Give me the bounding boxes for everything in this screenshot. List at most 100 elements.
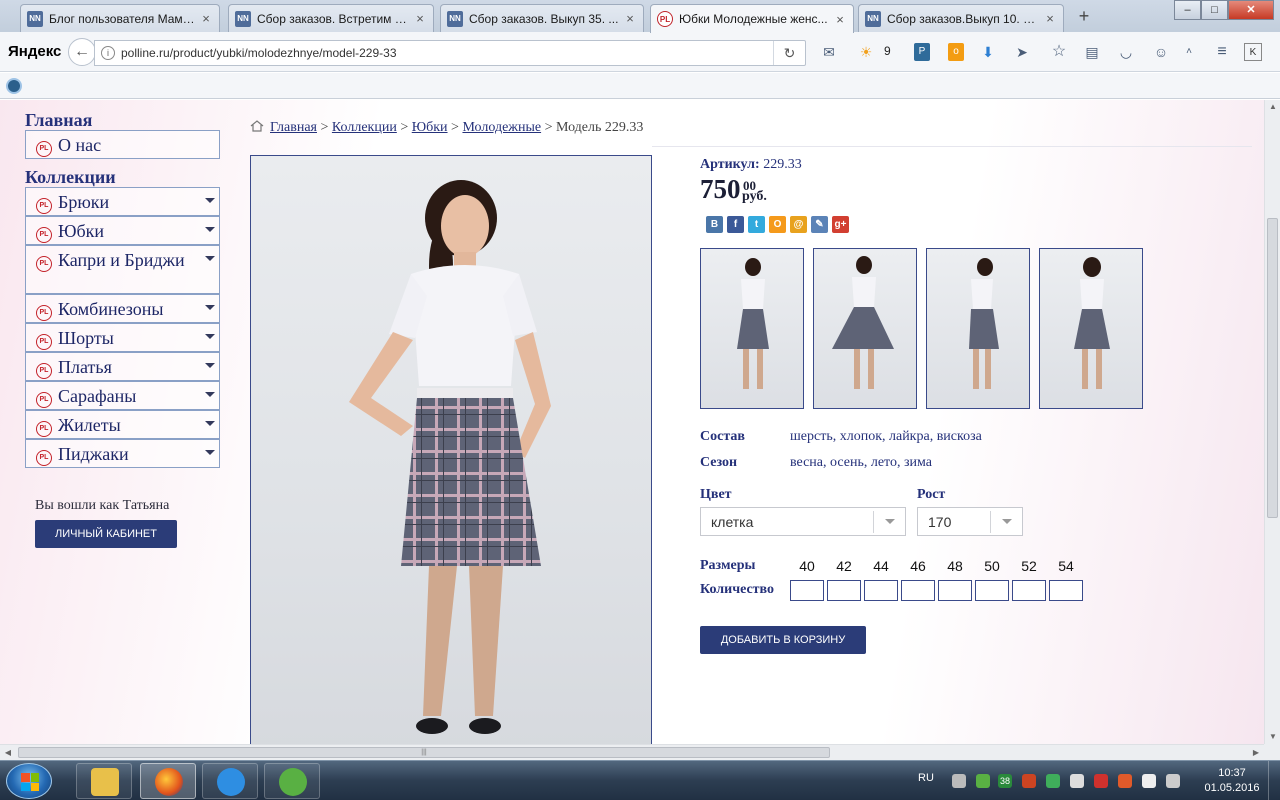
tab-active-skirts[interactable]: PL Юбки Молодежные женс... ×	[650, 4, 854, 33]
tray-flash-icon[interactable]	[1118, 774, 1132, 788]
odnoklassniki-ext-icon[interactable]: o	[948, 43, 964, 61]
maximize-icon[interactable]: □	[1201, 0, 1228, 20]
reload-icon[interactable]: ↻	[773, 41, 805, 65]
quantity-input-52[interactable]	[1012, 580, 1046, 601]
quantity-input-54[interactable]	[1049, 580, 1083, 601]
thumbnail-front[interactable]	[700, 248, 804, 409]
sidebar-item-trousers[interactable]: PL Брюки	[25, 187, 220, 216]
height-select[interactable]: 170	[917, 507, 1023, 536]
quantity-input-42[interactable]	[827, 580, 861, 601]
tab-1[interactable]: NN Блог пользователя Мама ... ×	[20, 4, 220, 32]
utorrent-tray-icon[interactable]	[976, 774, 990, 788]
taskbar-ie[interactable]	[202, 763, 258, 799]
tab-2[interactable]: NN Сбор заказов. Встретим в... ×	[228, 4, 434, 32]
tray-update-icon[interactable]	[1046, 774, 1060, 788]
breadcrumb-youth[interactable]: Молодежные	[462, 120, 541, 135]
breadcrumb-skirts[interactable]: Юбки	[412, 120, 448, 135]
bookmark-site-icon[interactable]	[6, 78, 22, 94]
quantity-input-46[interactable]	[901, 580, 935, 601]
quantity-input-40[interactable]	[790, 580, 824, 601]
thumbnail-side[interactable]	[926, 248, 1030, 409]
yandex-logo[interactable]: Яндекс	[8, 43, 61, 60]
language-indicator[interactable]: RU	[918, 772, 934, 784]
sidebar-item-shorts[interactable]: PL Шорты	[25, 323, 220, 352]
sidebar-heading-collections[interactable]: Коллекции	[25, 167, 116, 188]
thumbnail-twirl[interactable]	[813, 248, 917, 409]
quantity-input-50[interactable]	[975, 580, 1009, 601]
scroll-up-icon[interactable]: ▲	[1265, 100, 1280, 114]
profile-icon[interactable]: K	[1244, 43, 1262, 61]
vertical-scrollbar[interactable]: ▲ ▼	[1264, 100, 1280, 744]
chevron-up-icon[interactable]: ˄	[1182, 43, 1196, 61]
reading-list-icon[interactable]: ▤	[1084, 43, 1100, 61]
download-icon[interactable]: ⬇	[980, 43, 996, 61]
livejournal-share-icon[interactable]: ✎	[811, 216, 828, 233]
home-icon[interactable]	[250, 120, 264, 132]
chevron-down-icon[interactable]	[205, 256, 215, 261]
close-tab-icon[interactable]: ×	[1043, 11, 1057, 26]
color-select[interactable]: клетка	[700, 507, 906, 536]
chevron-down-icon[interactable]	[205, 334, 215, 339]
new-tab-button[interactable]: +	[1074, 6, 1094, 26]
chevron-down-icon[interactable]	[205, 450, 215, 455]
sidebar-item-about[interactable]: PL О нас	[25, 130, 220, 159]
taskbar-utorrent[interactable]	[264, 763, 320, 799]
quantity-input-48[interactable]	[938, 580, 972, 601]
tray-counter-badge[interactable]: 38	[998, 774, 1012, 788]
mail-icon[interactable]: ✉	[820, 43, 838, 61]
sidebar-item-sundresses[interactable]: PL Сарафаны	[25, 381, 220, 410]
breadcrumb-collections[interactable]: Коллекции	[332, 120, 397, 135]
main-product-photo[interactable]	[250, 155, 652, 744]
google-plus-share-icon[interactable]: g+	[832, 216, 849, 233]
close-tab-icon[interactable]: ×	[833, 12, 847, 27]
chevron-down-icon[interactable]	[205, 392, 215, 397]
facebook-share-icon[interactable]: f	[727, 216, 744, 233]
smiley-icon[interactable]: ☺	[1152, 43, 1170, 61]
address-bar[interactable]: i ↻	[94, 40, 806, 66]
chevron-down-icon[interactable]	[205, 305, 215, 310]
show-desktop-button[interactable]	[1268, 761, 1280, 800]
twitter-share-icon[interactable]: t	[748, 216, 765, 233]
close-tab-icon[interactable]: ×	[623, 11, 637, 26]
url-input[interactable]	[121, 44, 761, 62]
sidebar-item-jackets[interactable]: PL Пиджаки	[25, 439, 220, 468]
mailru-share-icon[interactable]: @	[790, 216, 807, 233]
start-button[interactable]	[6, 763, 52, 799]
horizontal-scrollbar[interactable]: ◀ ||| ▶	[0, 744, 1264, 760]
taskbar-firefox[interactable]	[140, 763, 196, 799]
tray-network-icon[interactable]	[1022, 774, 1036, 788]
menu-icon[interactable]: ≡	[1212, 43, 1232, 61]
chevron-down-icon[interactable]	[205, 363, 215, 368]
minimize-icon[interactable]: –	[1174, 0, 1201, 20]
close-window-icon[interactable]: ✕	[1228, 0, 1274, 20]
scroll-left-icon[interactable]: ◀	[0, 745, 16, 761]
back-button[interactable]: ←	[68, 38, 96, 66]
close-tab-icon[interactable]: ×	[199, 11, 213, 26]
send-icon[interactable]: ➤	[1014, 43, 1030, 61]
volume-icon[interactable]	[1070, 774, 1084, 788]
weather-temperature[interactable]: 9	[884, 44, 891, 58]
system-clock[interactable]: 10:37 01.05.2016	[1200, 766, 1264, 796]
star-bookmark-icon[interactable]: ☆	[1050, 43, 1068, 61]
bookmark-ext-icon[interactable]: P	[914, 43, 930, 61]
weather-icon[interactable]: ☀	[852, 43, 880, 61]
pocket-icon[interactable]: ◡	[1118, 43, 1134, 61]
chevron-down-icon[interactable]	[205, 227, 215, 232]
chevron-down-icon[interactable]	[205, 198, 215, 203]
sidebar-item-dresses[interactable]: PL Платья	[25, 352, 220, 381]
scrollbar-thumb[interactable]	[1267, 218, 1278, 518]
tab-3[interactable]: NN Сбор заказов. Выкуп 35. ... ×	[440, 4, 644, 32]
tray-app-icon[interactable]	[952, 774, 966, 788]
thumbnail-back[interactable]	[1039, 248, 1143, 409]
tray-network-status-icon[interactable]	[1166, 774, 1180, 788]
site-info-icon[interactable]: i	[101, 46, 115, 60]
sidebar-heading-main[interactable]: Главная	[25, 110, 92, 131]
scroll-right-icon[interactable]: ▶	[1248, 745, 1264, 761]
tray-usb-icon[interactable]	[1142, 774, 1156, 788]
odnoklassniki-share-icon[interactable]: О	[769, 216, 786, 233]
quantity-input-44[interactable]	[864, 580, 898, 601]
tray-security-icon[interactable]	[1094, 774, 1108, 788]
chevron-down-icon[interactable]	[873, 511, 905, 533]
chevron-down-icon[interactable]	[205, 421, 215, 426]
close-tab-icon[interactable]: ×	[413, 11, 427, 26]
